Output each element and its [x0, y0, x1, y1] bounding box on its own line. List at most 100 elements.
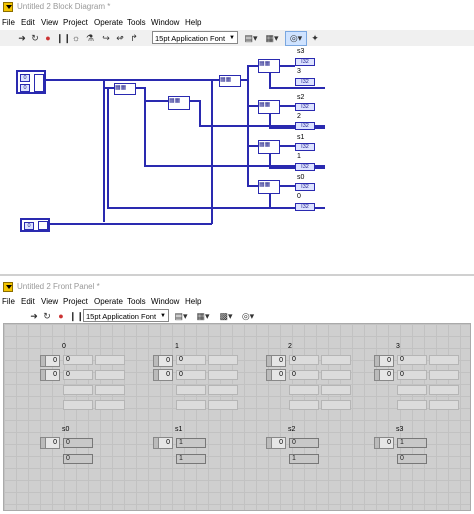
- indicator-s3[interactable]: I32: [295, 58, 315, 66]
- index-spinner-icon[interactable]: [374, 437, 380, 449]
- array-cell[interactable]: [208, 355, 238, 365]
- array-cell[interactable]: 0: [176, 355, 206, 365]
- array-constant[interactable]: 0 0: [16, 70, 46, 94]
- clean-up-diagram-icon[interactable]: ✦: [309, 33, 321, 43]
- step-into-icon[interactable]: ↪: [100, 33, 112, 43]
- menu-help[interactable]: Help: [185, 18, 201, 27]
- font-select[interactable]: 15pt Application Font ▼: [152, 31, 238, 44]
- run-arrow-icon[interactable]: ➜: [29, 311, 39, 321]
- result-index-s2[interactable]: 0: [266, 437, 286, 449]
- array-cell[interactable]: 0: [176, 370, 206, 380]
- array-cell[interactable]: 0: [63, 370, 93, 380]
- run-continuously-icon[interactable]: ↻: [42, 311, 52, 321]
- index-spinner-icon[interactable]: [40, 355, 46, 367]
- step-out-icon[interactable]: ↱: [128, 33, 140, 43]
- indicator-0[interactable]: I32: [295, 203, 315, 211]
- align-objects-icon[interactable]: ▤▾: [243, 33, 259, 43]
- array-cell[interactable]: [429, 385, 459, 395]
- result-index-s0[interactable]: 0: [40, 437, 60, 449]
- array-cell[interactable]: [321, 355, 351, 365]
- array-cell[interactable]: [95, 355, 125, 365]
- index-spinner-icon[interactable]: [40, 437, 46, 449]
- indicator-s2[interactable]: I32: [295, 103, 315, 111]
- array-cell[interactable]: [63, 385, 93, 395]
- numeric-constant-array[interactable]: 0: [20, 218, 50, 232]
- distribute-objects-icon[interactable]: ▦▾: [264, 33, 280, 43]
- array-control-2[interactable]: 2 0 0 0 0: [260, 343, 358, 417]
- run-arrow-icon[interactable]: ➜: [17, 33, 27, 43]
- array-cell[interactable]: [95, 385, 125, 395]
- indicator-3[interactable]: I32: [295, 78, 315, 86]
- result-index-s1[interactable]: 0: [153, 437, 173, 449]
- array-cell[interactable]: [176, 400, 206, 410]
- array-cell[interactable]: [289, 400, 319, 410]
- indicator-2[interactable]: I32: [295, 122, 315, 130]
- array-cell[interactable]: [397, 385, 427, 395]
- array-cell[interactable]: [95, 370, 125, 380]
- array-index-3b[interactable]: 0: [374, 369, 394, 381]
- array-control-3[interactable]: 3 0 0 0 0: [368, 343, 466, 417]
- abort-icon[interactable]: ●: [56, 311, 66, 321]
- array-cell[interactable]: [429, 400, 459, 410]
- array-index-2b[interactable]: 0: [266, 369, 286, 381]
- array-index-2a[interactable]: 0: [266, 355, 286, 367]
- array-cell[interactable]: [397, 400, 427, 410]
- array-cell[interactable]: [321, 370, 351, 380]
- index-array-node-s1[interactable]: ▦▦: [258, 140, 280, 154]
- run-continuously-icon[interactable]: ↻: [30, 33, 40, 43]
- array-cell[interactable]: [208, 385, 238, 395]
- index-array-node-s3[interactable]: ▦▦: [258, 59, 280, 73]
- index-spinner-icon[interactable]: [153, 369, 159, 381]
- array-index-0a[interactable]: 0: [40, 355, 60, 367]
- index-spinner-icon[interactable]: [266, 437, 272, 449]
- array-index-3a[interactable]: 0: [374, 355, 394, 367]
- index-spinner-icon[interactable]: [153, 355, 159, 367]
- index-spinner-icon[interactable]: [40, 369, 46, 381]
- menu-tools[interactable]: Tools: [127, 297, 146, 306]
- array-cell[interactable]: 0: [289, 355, 319, 365]
- indicator-1[interactable]: I32: [295, 163, 315, 171]
- index-spinner-icon[interactable]: [374, 369, 380, 381]
- result-index-s3[interactable]: 0: [374, 437, 394, 449]
- index-spinner-icon[interactable]: [153, 437, 159, 449]
- indicator-s1[interactable]: I32: [295, 143, 315, 151]
- array-cell[interactable]: 0: [289, 370, 319, 380]
- array-index-1a[interactable]: 0: [153, 355, 173, 367]
- retain-wire-values-icon[interactable]: ⚗: [84, 33, 96, 43]
- menu-edit[interactable]: Edit: [21, 297, 35, 306]
- index-spinner-icon[interactable]: [266, 355, 272, 367]
- array-cell[interactable]: [321, 400, 351, 410]
- reorder-icon[interactable]: ◎▾: [240, 311, 256, 321]
- step-over-icon[interactable]: ↫: [114, 33, 126, 43]
- array-cell[interactable]: 0: [397, 355, 427, 365]
- array-cell[interactable]: [289, 385, 319, 395]
- menu-project[interactable]: Project: [63, 297, 88, 306]
- array-cell[interactable]: [429, 370, 459, 380]
- array-cell[interactable]: 0: [63, 355, 93, 365]
- distribute-objects-icon[interactable]: ▦▾: [195, 311, 211, 321]
- array-cell[interactable]: [63, 400, 93, 410]
- index-array-node-s0[interactable]: ▦▦: [258, 180, 280, 194]
- array-cell[interactable]: [208, 370, 238, 380]
- menu-window[interactable]: Window: [151, 18, 179, 27]
- menu-view[interactable]: View: [41, 18, 58, 27]
- index-array-node-s2[interactable]: ▦▦: [258, 100, 280, 114]
- array-cell[interactable]: [208, 400, 238, 410]
- menu-operate[interactable]: Operate: [94, 18, 123, 27]
- menu-project[interactable]: Project: [63, 18, 88, 27]
- highlight-execution-icon[interactable]: ☼: [70, 33, 82, 43]
- array-control-0[interactable]: 0 0 0 0 0: [34, 343, 132, 417]
- font-select[interactable]: 15pt Application Font ▼: [83, 309, 169, 322]
- menu-file[interactable]: File: [2, 18, 15, 27]
- menu-help[interactable]: Help: [185, 297, 201, 306]
- index-spinner-icon[interactable]: [266, 369, 272, 381]
- array-index-1b[interactable]: 0: [153, 369, 173, 381]
- array-index-0b[interactable]: 0: [40, 369, 60, 381]
- replace-array-subset-node[interactable]: ▦▦: [168, 96, 190, 110]
- array-cell[interactable]: [176, 385, 206, 395]
- indicator-s0[interactable]: I32: [295, 183, 315, 191]
- pause-icon[interactable]: ❙❙: [69, 311, 84, 321]
- build-array-node[interactable]: ▦▦: [219, 75, 241, 87]
- array-cell[interactable]: [321, 385, 351, 395]
- menu-operate[interactable]: Operate: [94, 297, 123, 306]
